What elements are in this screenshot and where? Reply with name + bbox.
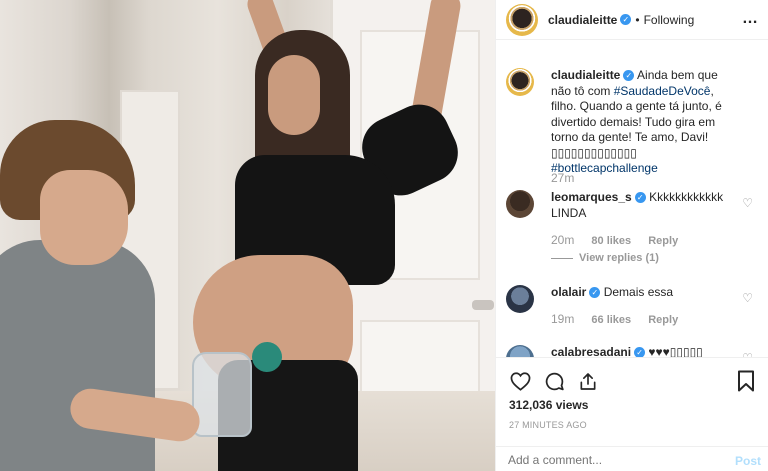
comment-likes[interactable]: 80 likes <box>591 235 631 247</box>
comment-text: olalair ✓ Demais essa <box>551 285 736 301</box>
header-username[interactable]: claudialeitte <box>548 13 617 27</box>
like-heart-icon[interactable] <box>509 370 531 392</box>
post-header: claudialeitte ✓ • Following … <box>496 0 768 40</box>
comment-text: leomarques_s ✓ Kkkkkkkkkkkk LINDA <box>551 190 736 221</box>
avatar[interactable] <box>506 68 534 96</box>
post-comment-button[interactable]: Post <box>735 454 761 468</box>
like-comment-heart-icon[interactable]: ♡ <box>742 196 753 210</box>
action-icons <box>509 370 611 392</box>
verified-badge-icon: ✓ <box>589 287 601 299</box>
following-button[interactable]: Following <box>644 13 695 27</box>
caption-meta: 27m <box>551 171 588 185</box>
avatar[interactable] <box>506 3 538 36</box>
view-replies-link[interactable]: View replies (1) <box>551 252 659 264</box>
caption-time[interactable]: 27m <box>551 171 574 185</box>
comment-bubble-icon[interactable] <box>543 370 565 392</box>
comment-meta: 20m 80 likes Reply <box>551 233 692 247</box>
instagram-post-window: claudialeitte ✓ • Following … claudialei… <box>0 0 768 471</box>
comments-list[interactable]: claudialeitte ✓ Ainda bem que não tô com … <box>496 60 768 357</box>
comment-username[interactable]: leomarques_s <box>551 190 632 204</box>
posted-time[interactable]: 27 MINUTES AGO <box>509 420 587 430</box>
comment-likes[interactable]: 66 likes <box>591 314 631 326</box>
like-comment-heart-icon[interactable]: ♡ <box>742 291 753 305</box>
boy-face <box>40 170 128 265</box>
reply-button[interactable]: Reply <box>648 314 678 326</box>
post-actions: 312,036 views 27 MINUTES AGO Post <box>496 357 768 471</box>
verified-badge-icon: ✓ <box>623 70 635 82</box>
comment-username[interactable]: olalair <box>551 285 586 299</box>
avatar[interactable] <box>506 345 534 357</box>
view-replies-line <box>551 257 573 259</box>
water-bottle <box>192 352 252 437</box>
post-sidebar: claudialeitte ✓ • Following … claudialei… <box>495 0 768 471</box>
hashtag-link[interactable]: #SaudadeDeVocê <box>614 84 711 98</box>
woman-face <box>268 55 320 135</box>
boy-shirt <box>0 240 155 471</box>
verified-badge-icon: ✓ <box>634 347 646 357</box>
view-count[interactable]: 312,036 views <box>509 398 588 412</box>
view-replies-label: View replies (1) <box>579 252 659 264</box>
separator-dot: • <box>635 12 640 27</box>
verified-badge-icon: ✓ <box>634 192 646 204</box>
add-comment-input[interactable] <box>508 453 708 467</box>
door-handle <box>472 300 494 310</box>
reply-button[interactable]: Reply <box>648 235 678 247</box>
add-comment-bar: Post <box>496 446 768 471</box>
comment-username[interactable]: calabresadani <box>551 345 631 357</box>
avatar[interactable] <box>506 285 534 313</box>
verified-badge-icon: ✓ <box>620 14 632 25</box>
comment-body: ♥♥♥▯▯▯▯▯ <box>648 345 703 357</box>
post-video[interactable] <box>0 0 495 471</box>
comment-text: calabresadani ✓ ♥♥♥▯▯▯▯▯ <box>551 345 736 357</box>
comment-time[interactable]: 20m <box>551 233 574 247</box>
comment-body: Demais essa <box>603 285 674 299</box>
bookmark-icon[interactable] <box>737 370 759 392</box>
caption-text: claudialeitte ✓ Ainda bem que não tô com … <box>551 68 736 177</box>
share-icon[interactable] <box>577 370 599 392</box>
caption-username[interactable]: claudialeitte <box>551 68 620 82</box>
avatar[interactable] <box>506 190 534 218</box>
comment-meta: 19m 66 likes Reply <box>551 312 692 326</box>
comment-time[interactable]: 19m <box>551 312 574 326</box>
more-options-icon[interactable]: … <box>742 10 759 28</box>
